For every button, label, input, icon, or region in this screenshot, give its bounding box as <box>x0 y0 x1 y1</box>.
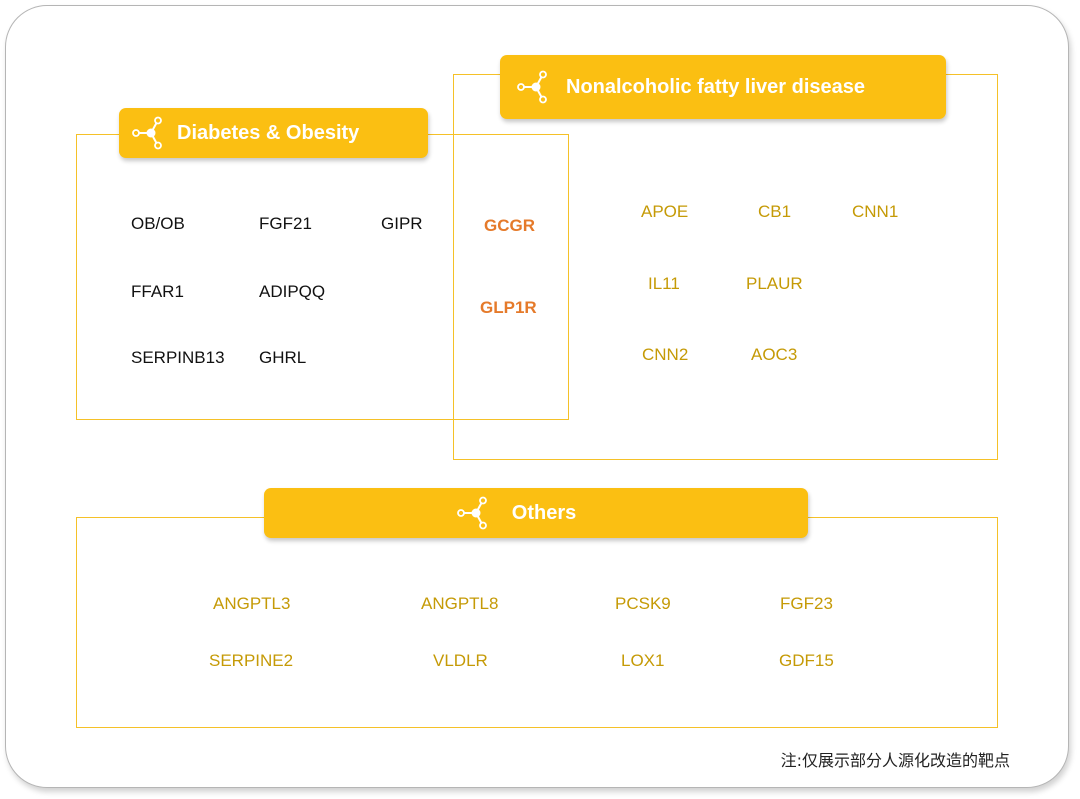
others-target: SERPINE2 <box>209 651 294 670</box>
others-target: FGF23 <box>780 594 833 613</box>
diabetes-title: Diabetes & Obesity <box>177 121 360 144</box>
overlap-target: GCGR <box>484 216 535 235</box>
network-node-icon <box>131 116 163 150</box>
diabetes-target: OB/OB <box>131 214 185 233</box>
nafld-target: IL11 <box>648 274 680 293</box>
nafld-target: PLAUR <box>746 274 803 293</box>
overlap-target: GLP1R <box>480 298 537 317</box>
diabetes-target: GHRL <box>259 348 307 367</box>
diabetes-target: FFAR1 <box>131 282 184 301</box>
diabetes-header: Diabetes & Obesity <box>119 108 428 158</box>
others-target: PCSK9 <box>615 594 671 613</box>
others-target: GDF15 <box>779 651 834 670</box>
nafld-target: CNN2 <box>642 345 689 364</box>
others-box <box>76 517 998 728</box>
network-node-icon <box>456 496 488 530</box>
diabetes-target: GIPR <box>381 214 423 233</box>
footnote: 注:仅展示部分人源化改造的靶点 <box>780 751 1010 770</box>
others-title: Others <box>511 501 577 524</box>
others-target: ANGPTL3 <box>213 594 291 613</box>
diabetes-target: SERPINB13 <box>131 348 225 367</box>
others-header: Others <box>264 488 808 538</box>
network-node-icon <box>516 70 548 104</box>
nafld-target: APOE <box>641 202 689 221</box>
nafld-target: CNN1 <box>852 202 899 221</box>
others-target: VLDLR <box>433 651 488 670</box>
nafld-target: AOC3 <box>751 345 798 364</box>
diabetes-target: ADIPQQ <box>259 282 326 301</box>
nafld-title: Nonalcoholic fatty liver disease <box>566 75 865 98</box>
diabetes-target: FGF21 <box>259 214 312 233</box>
diabetes-box <box>76 134 569 420</box>
nafld-header: Nonalcoholic fatty liver disease <box>500 55 946 119</box>
nafld-target: CB1 <box>758 202 792 221</box>
others-target: LOX1 <box>621 651 665 670</box>
others-target: ANGPTL8 <box>421 594 499 613</box>
